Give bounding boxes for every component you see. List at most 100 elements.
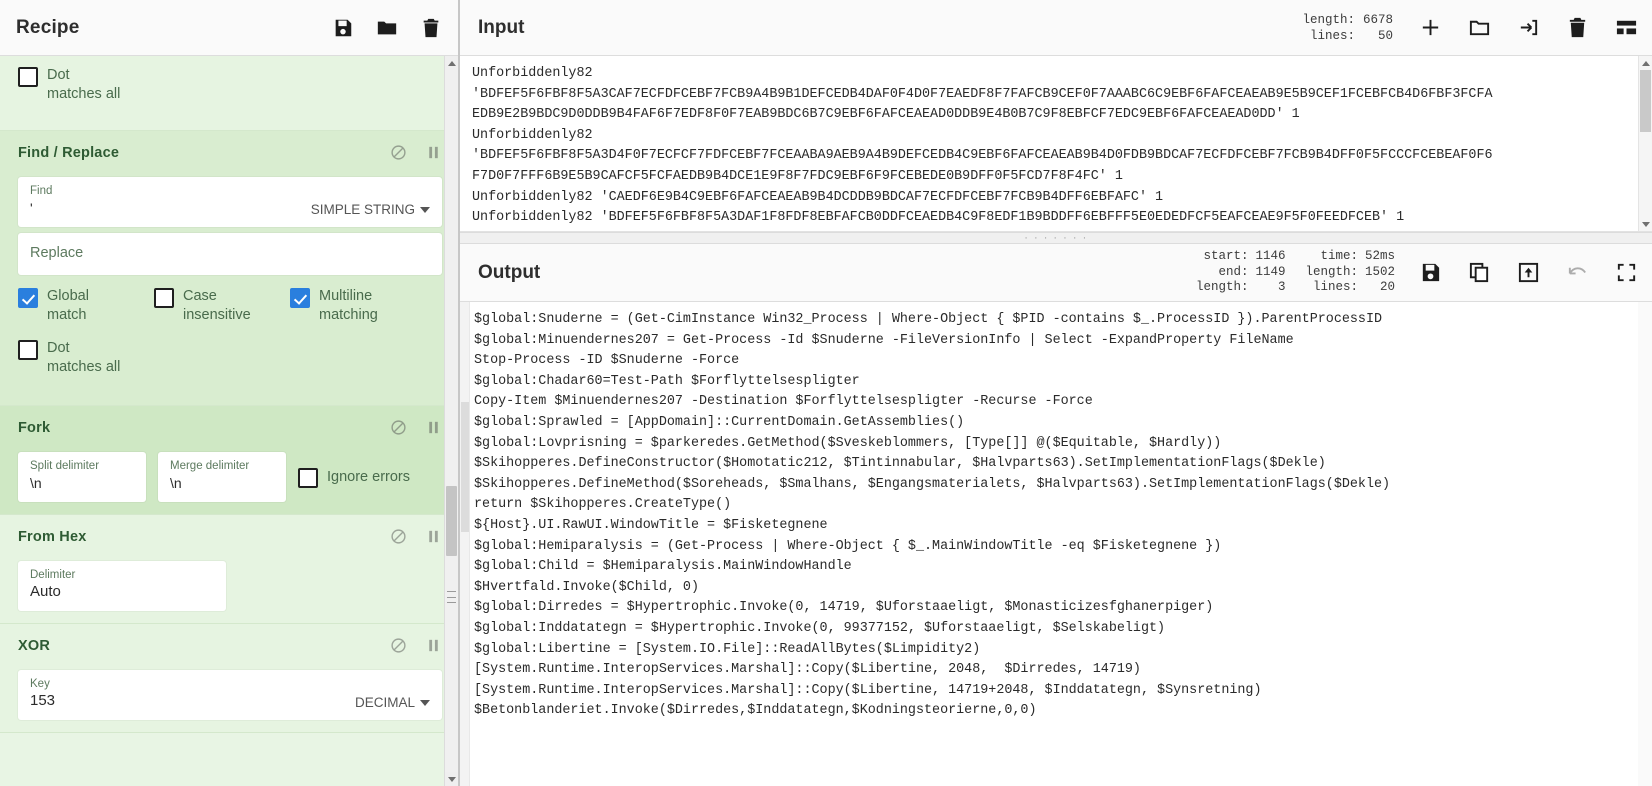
recipe-op-partial[interactable]: Dot matches all [0,56,458,131]
op-controls [390,528,442,545]
checkbox-label: Global match [47,288,89,323]
recipe-op-fork[interactable]: Fork Split delimiter \n Merge delimiter … [0,406,458,515]
output-time-key: time: [1320,249,1358,264]
hex-delimiter-field[interactable]: Delimiter Auto [18,561,226,611]
maximise-icon[interactable] [1615,261,1638,284]
copy-icon[interactable] [1468,261,1491,284]
undo-icon[interactable] [1566,261,1589,284]
find-type-dropdown[interactable]: SIMPLE STRING [303,202,430,218]
hex-delimiter-value[interactable]: Auto [30,582,214,602]
input-text[interactable]: Unforbiddenly82 'BDFEF5F6FBF8F5A3CAF7ECF… [460,56,1652,231]
split-delimiter-field[interactable]: Split delimiter \n [18,452,146,502]
xor-key-label: Key [30,678,50,690]
op-controls [390,637,442,654]
cyberchef-app: Recipe Dot matches all Find / Replace Fi… [0,0,1652,786]
disable-icon[interactable] [390,637,407,654]
recipe-op-xor[interactable]: XOR Key 153 DECIMAL [0,624,458,733]
output-sel-length-key: length: [1195,280,1249,295]
checkbox-dot-matches-all[interactable]: Dot matches all [18,339,154,377]
scroll-down-arrow[interactable] [1639,217,1652,231]
output-gutter-thumb[interactable] [461,402,469,532]
op-controls [390,144,442,161]
checkbox-global-match[interactable]: Global match [18,287,154,325]
input-meta: length: 6678 lines: 50 [1302,12,1393,44]
recipe-op-from-hex[interactable]: From Hex Delimiter Auto [0,515,458,624]
input-lines-value: 50 [1377,28,1393,43]
xor-key-format-dropdown[interactable]: DECIMAL [347,695,430,711]
checkbox-box[interactable] [154,288,174,308]
output-lines-value: 20 [1379,280,1395,295]
find-field[interactable]: Find ' SIMPLE STRING [18,177,442,227]
op-title: From Hex [18,528,87,545]
chevron-down-icon [420,206,430,213]
scroll-up-arrow[interactable] [1639,56,1652,70]
recipe-scrollbar[interactable] [444,56,458,786]
clear-io-icon[interactable] [1566,16,1589,39]
replace-placeholder: Replace [30,245,84,261]
recipe-scroll-thumb[interactable] [446,486,457,556]
input-header: Input length: 6678 lines: 50 [460,0,1652,56]
replace-input-icon[interactable] [1517,261,1540,284]
output-meta: start: 1146 end: 1149 length: 3 time: 52… [1196,249,1395,296]
fork-fields: Split delimiter \n Merge delimiter \n Ig… [18,452,442,502]
pause-icon[interactable] [425,419,442,436]
input-scrollbar[interactable] [1638,56,1652,231]
checkbox-box[interactable] [18,340,38,360]
output-scrollbar[interactable] [1638,302,1652,786]
disable-icon[interactable] [390,528,407,545]
checkbox-label: Dot matches all [47,340,121,375]
output-text[interactable]: $global:Snuderne = (Get-CimInstance Win3… [460,302,1652,722]
pause-icon[interactable] [425,144,442,161]
save-output-icon[interactable] [1419,261,1442,284]
op-header: Find / Replace [0,131,458,171]
checkbox-box[interactable] [290,288,310,308]
scroll-down-arrow[interactable] [445,772,458,786]
checkbox-label: Multiline matching [319,288,378,323]
open-as-input-icon[interactable] [1517,16,1540,39]
checkbox-case-insensitive[interactable]: Case insensitive [154,287,290,325]
checkbox-multiline-matching[interactable]: Multiline matching [290,287,426,325]
save-icon[interactable] [332,17,354,39]
io-pane: Input length: 6678 lines: 50 Unforbidden… [460,0,1652,786]
open-folder-icon[interactable] [1468,16,1491,39]
checkbox-box[interactable] [18,67,38,87]
tabs-layout-icon[interactable] [1615,16,1638,39]
trash-icon[interactable] [420,17,442,39]
op-title: Fork [18,419,51,436]
checkbox-box[interactable] [18,288,38,308]
scroll-up-arrow[interactable] [445,56,458,70]
xor-key-value[interactable]: 153 [30,691,347,711]
folder-icon[interactable] [376,17,398,39]
merge-delimiter-value[interactable]: \n [170,473,274,493]
io-splitter[interactable]: · · · · · · · [460,232,1652,244]
replace-field[interactable]: Replace [18,233,442,275]
output-gutter[interactable] [460,302,470,786]
input-title: Input [478,16,525,38]
recipe-title-bar: Recipe [0,0,458,56]
hex-delimiter-label: Delimiter [30,569,76,581]
disable-icon[interactable] [390,419,407,436]
output-start-value: 1146 [1255,249,1286,264]
disable-icon[interactable] [390,144,407,161]
input-scroll-thumb[interactable] [1640,70,1651,132]
find-type-label: SIMPLE STRING [310,202,415,217]
pause-icon[interactable] [425,637,442,654]
op-header: Fork [0,406,458,446]
find-value[interactable]: ' [30,198,303,218]
checkbox-ignore-errors[interactable]: Ignore errors [298,467,410,488]
add-tab-icon[interactable] [1419,16,1442,39]
input-textarea[interactable]: Unforbiddenly82 'BDFEF5F6FBF8F5A3CAF7ECF… [460,56,1652,232]
checkbox-label: Dot matches all [47,67,121,102]
recipe-operations-list[interactable]: Dot matches all Find / Replace Find ' SI… [0,56,458,786]
find-label: Find [30,185,53,197]
split-delimiter-value[interactable]: \n [30,473,134,493]
recipe-op-find-replace[interactable]: Find / Replace Find ' SIMPLE STRING Repl… [0,131,458,406]
recipe-title: Recipe [16,16,80,38]
merge-delimiter-field[interactable]: Merge delimiter \n [158,452,286,502]
checkbox-dot-matches-all-partial[interactable]: Dot matches all [18,66,154,104]
output-textarea[interactable]: $global:Snuderne = (Get-CimInstance Win3… [460,302,1652,786]
xor-key-field[interactable]: Key 153 DECIMAL [18,670,442,720]
op-title: Find / Replace [18,144,120,161]
pause-icon[interactable] [425,528,442,545]
checkbox-box[interactable] [298,467,318,488]
